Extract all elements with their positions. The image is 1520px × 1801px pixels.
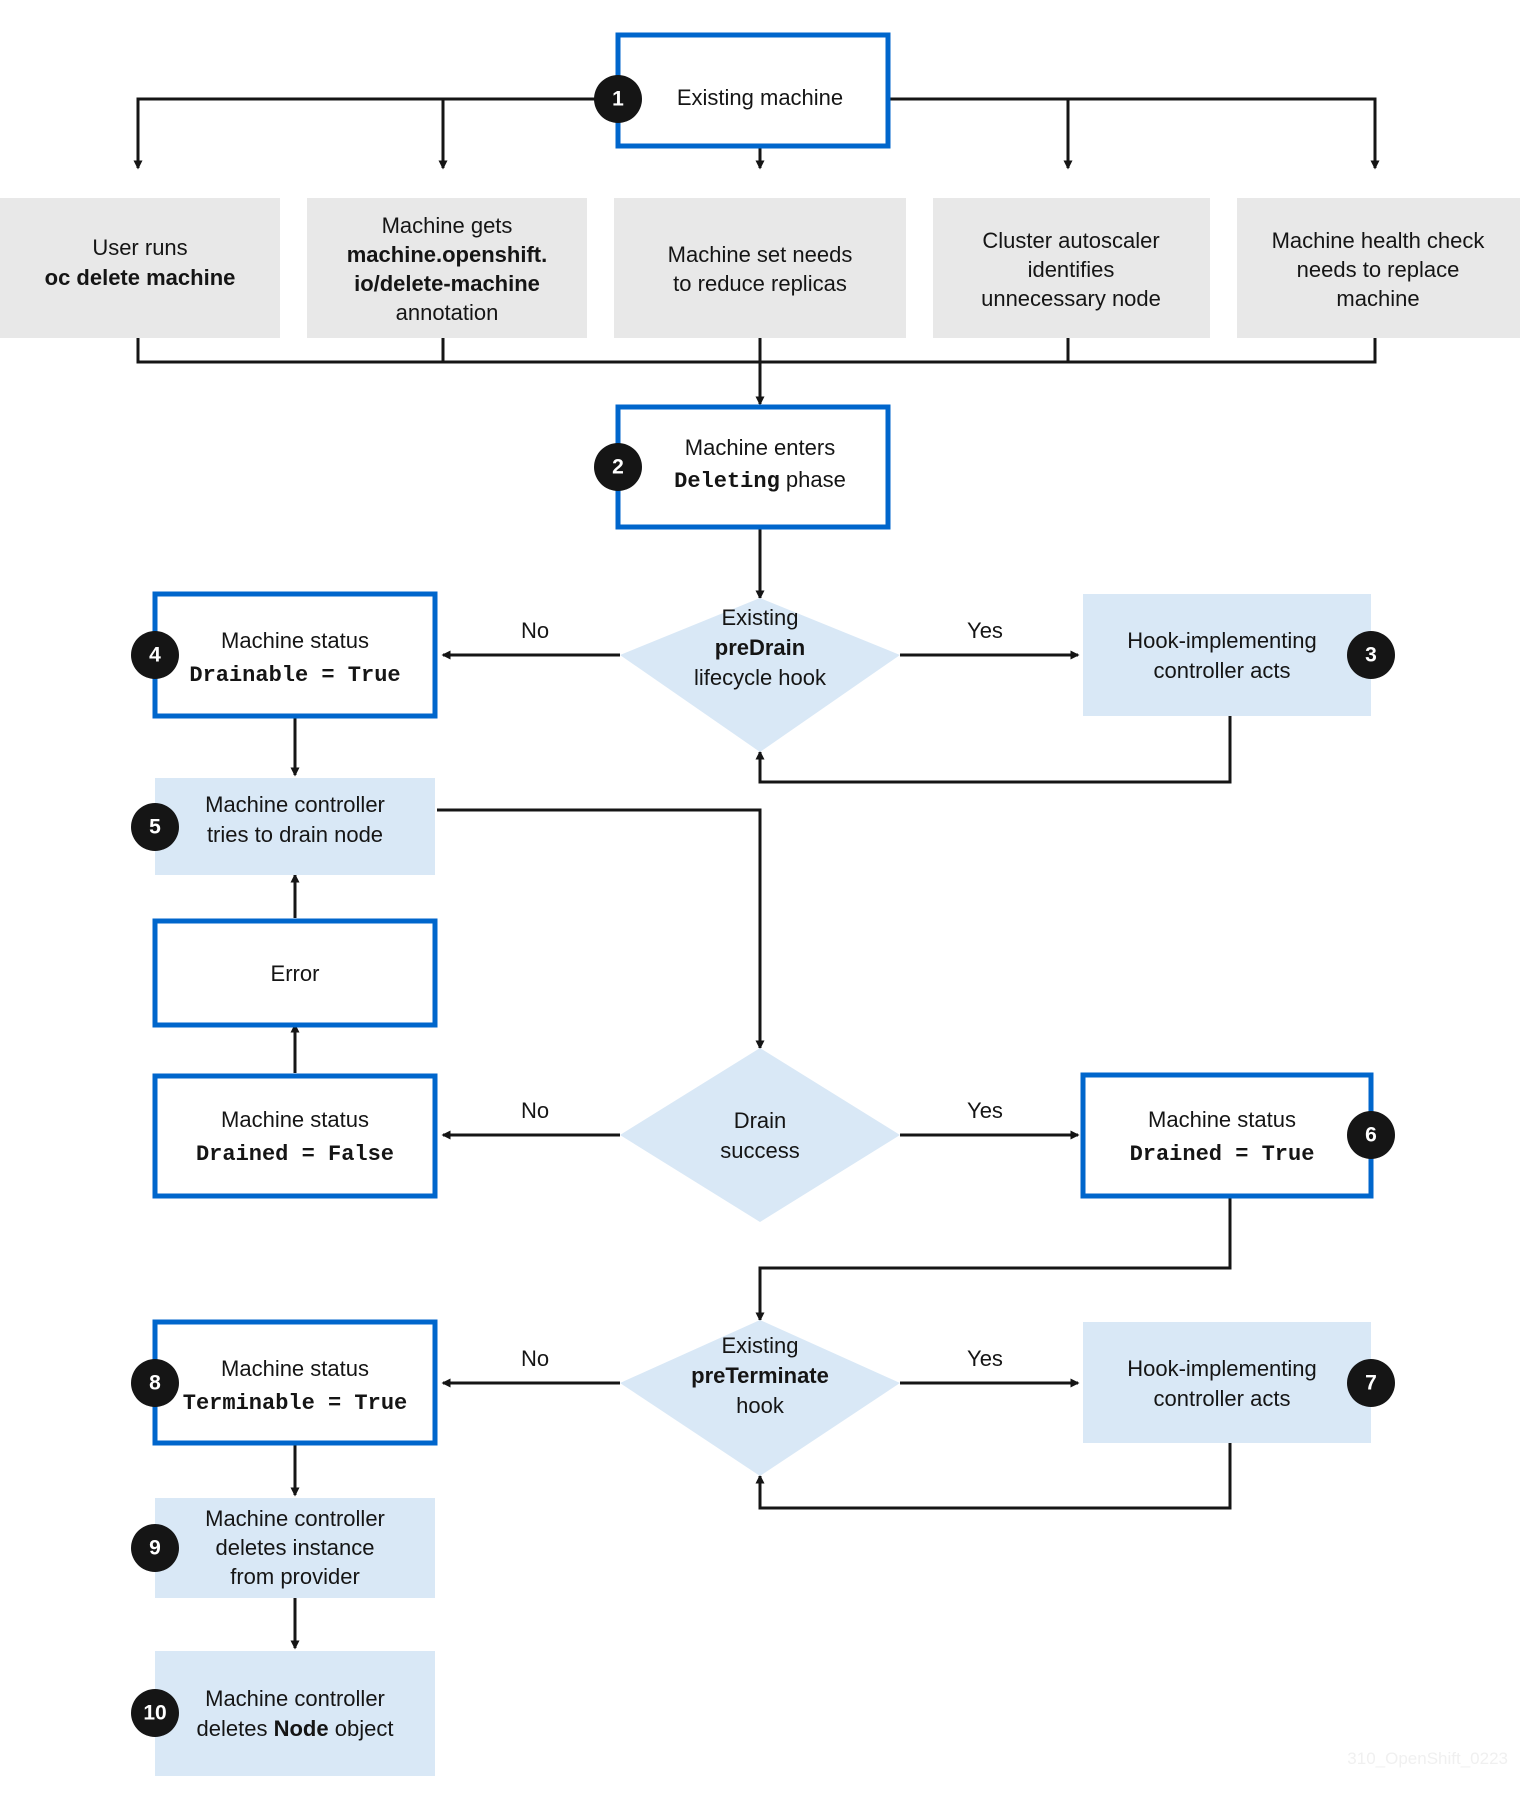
node-preterminate-decision[interactable]: Existing preTerminate hook [620, 1320, 900, 1476]
node-predrain-hook-controller[interactable]: Hook-implementing controller acts 3 [1083, 594, 1395, 716]
preterminate-hook-line2: controller acts [1154, 1386, 1291, 1411]
edge-label-preterminate-yes: Yes [967, 1346, 1003, 1371]
trigger-annotation-line2: machine.openshift. [347, 242, 547, 267]
node-terminable-true[interactable]: Machine status Terminable = True 8 [131, 1319, 438, 1446]
drainable-true-line2: Drainable = True [189, 663, 400, 688]
trigger-annotation-line1: Machine gets [382, 213, 513, 238]
edge-bus-top [438, 97, 618, 170]
preterminate-line1: Existing [721, 1333, 798, 1358]
flowchart-canvas: Existing machine 1 User runs oc delete m… [0, 0, 1520, 1801]
step-badge-9-number: 9 [149, 1537, 161, 1560]
step-badge-3-number: 3 [1365, 644, 1377, 667]
node-drainable-true[interactable]: Machine status Drainable = True 4 [131, 591, 438, 719]
edge-trigger1-down [136, 338, 760, 364]
trigger-machineset-line1: Machine set needs [668, 242, 853, 267]
step-badge-6-number: 6 [1365, 1124, 1377, 1147]
delete-node-line1: Machine controller [205, 1686, 385, 1711]
drainable-true-line1: Machine status [221, 628, 369, 653]
node-trigger-autoscaler[interactable]: Cluster autoscaler identifies unnecessar… [933, 198, 1210, 338]
edge-existing-to-bus [133, 97, 618, 170]
drained-false-line2: Drained = False [196, 1142, 394, 1167]
trigger-healthcheck-line2: needs to replace [1297, 257, 1460, 282]
delete-instance-line2: deletes instance [216, 1535, 375, 1560]
predrain-line1: Existing [721, 605, 798, 630]
predrain-hook-line1: Hook-implementing [1127, 628, 1317, 653]
predrain-line2: preDrain [715, 635, 805, 660]
deleting-phase-line2: Deleting phase [674, 467, 846, 494]
trigger-autoscaler-line2: identifies [1028, 257, 1115, 282]
flowchart-svg: Existing machine 1 User runs oc delete m… [0, 32, 1520, 1776]
node-trigger-annotation[interactable]: Machine gets machine.openshift. io/delet… [307, 198, 587, 338]
node-preterminate-hook-controller[interactable]: Hook-implementing controller acts 7 [1083, 1322, 1395, 1443]
trigger-autoscaler-line1: Cluster autoscaler [982, 228, 1159, 253]
drained-true-line1: Machine status [1148, 1107, 1296, 1132]
node-drained-true[interactable]: Machine status Drained = True 6 [1080, 1072, 1395, 1199]
edge-drainedtrue-to-preterminate [755, 1196, 1232, 1322]
drain-success-line1: Drain [734, 1108, 787, 1133]
edge-hook7-loopback [755, 1443, 1232, 1510]
edge-drain-to-success [437, 808, 765, 1050]
node-predrain-decision[interactable]: Existing preDrain lifecycle hook [620, 598, 900, 752]
node-trigger-machineset[interactable]: Machine set needs to reduce replicas [614, 198, 906, 338]
node-delete-instance[interactable]: Machine controller deletes instance from… [131, 1498, 435, 1598]
step-badge-10-number: 10 [143, 1702, 166, 1725]
drained-true-line2: Drained = True [1130, 1142, 1315, 1167]
trigger-machineset-line2: to reduce replicas [673, 271, 847, 296]
delete-node-line2: deletes Node object [197, 1716, 394, 1741]
edge-label-drainsuccess-yes: Yes [967, 1098, 1003, 1123]
edge-label-predrain-no: No [521, 618, 549, 643]
error-label: Error [271, 961, 320, 986]
predrain-hook-line2: controller acts [1154, 658, 1291, 683]
edge-hook3-loopback [755, 716, 1232, 784]
terminable-true-line2: Terminable = True [183, 1391, 407, 1416]
drain-node-line1: Machine controller [205, 792, 385, 817]
delete-instance-line3: from provider [230, 1564, 360, 1589]
trigger-healthcheck-line1: Machine health check [1272, 228, 1486, 253]
node-delete-node-object[interactable]: Machine controller deletes Node object 1… [131, 1651, 435, 1776]
node-deleting-phase[interactable]: Machine enters Deleting phase 2 [594, 404, 891, 530]
trigger-annotation-line3: io/delete-machine [354, 271, 540, 296]
existing-machine-label: Existing machine [677, 85, 843, 110]
step-badge-7-number: 7 [1365, 1372, 1377, 1395]
deleting-phase-line1: Machine enters [685, 435, 835, 460]
node-existing-machine[interactable]: Existing machine 1 [594, 32, 891, 149]
trigger-annotation-line4: annotation [396, 300, 499, 325]
drained-false-line1: Machine status [221, 1107, 369, 1132]
predrain-line3: lifecycle hook [694, 665, 827, 690]
step-badge-1-number: 1 [612, 88, 624, 111]
preterminate-hook-line1: Hook-implementing [1127, 1356, 1317, 1381]
preterminate-line3: hook [736, 1393, 785, 1418]
watermark-label: 310_OpenShift_0223 [1347, 1749, 1508, 1768]
step-badge-2-number: 2 [612, 456, 624, 479]
trigger-autoscaler-line3: unnecessary node [981, 286, 1161, 311]
node-trigger-user-runs[interactable]: User runs oc delete machine [0, 198, 280, 338]
node-error[interactable]: Error [152, 918, 438, 1028]
delete-instance-line1: Machine controller [205, 1506, 385, 1531]
trigger-healthcheck-line3: machine [1336, 286, 1419, 311]
trigger-user-runs-line1: User runs [92, 235, 187, 260]
trigger-user-runs-line2: oc delete machine [45, 265, 236, 290]
edge-label-predrain-yes: Yes [967, 618, 1003, 643]
step-badge-4-number: 4 [149, 644, 161, 667]
drain-node-line2: tries to drain node [207, 822, 383, 847]
node-drained-false[interactable]: Machine status Drained = False [152, 1073, 438, 1199]
edge-label-drainsuccess-no: No [521, 1098, 549, 1123]
step-badge-8-number: 8 [149, 1372, 161, 1395]
terminable-true-line1: Machine status [221, 1356, 369, 1381]
preterminate-line2: preTerminate [691, 1363, 829, 1388]
drain-success-line2: success [720, 1138, 799, 1163]
node-trigger-healthcheck[interactable]: Machine health check needs to replace ma… [1237, 198, 1520, 338]
step-badge-5-number: 5 [149, 816, 161, 839]
node-drain-success-decision[interactable]: Drain success [620, 1048, 900, 1222]
edge-label-preterminate-no: No [521, 1346, 549, 1371]
node-drain-node[interactable]: Machine controller tries to drain node 5 [131, 778, 435, 875]
